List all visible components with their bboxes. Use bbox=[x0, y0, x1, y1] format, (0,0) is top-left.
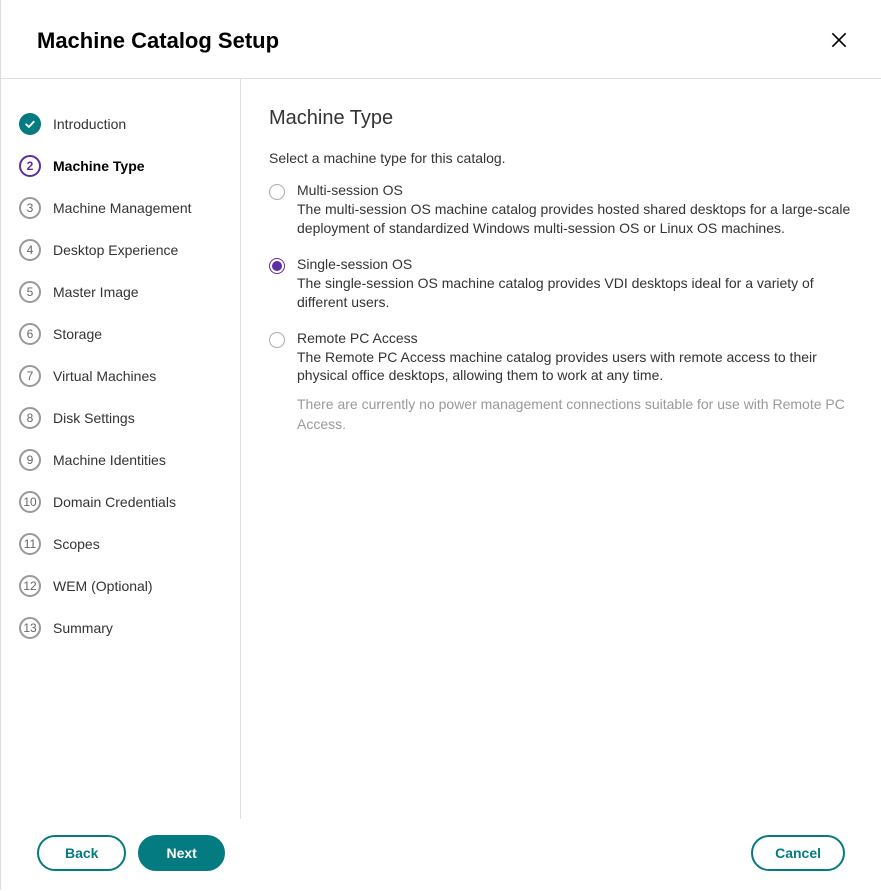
option-description: The multi-session OS machine catalog pro… bbox=[297, 200, 851, 238]
step-number-icon: 12 bbox=[19, 575, 41, 597]
step-label: Summary bbox=[53, 620, 113, 636]
close-icon bbox=[829, 30, 849, 53]
dialog-body: Introduction 2 Machine Type 3 Machine Manage… bbox=[1, 79, 881, 819]
step-label: Machine Type bbox=[53, 158, 145, 174]
step-label: Introduction bbox=[53, 116, 126, 132]
step-label: Master Image bbox=[53, 284, 139, 300]
option-body: Remote PC Access The Remote PC Access mac… bbox=[297, 330, 851, 435]
wizard-step-10[interactable]: 10 Domain Credentials bbox=[19, 481, 240, 523]
wizard-step-11[interactable]: 11 Scopes bbox=[19, 523, 240, 565]
wizard-step-12[interactable]: 12 WEM (Optional) bbox=[19, 565, 240, 607]
cancel-button[interactable]: Cancel bbox=[751, 835, 845, 871]
step-number-icon: 8 bbox=[19, 407, 41, 429]
content-title: Machine Type bbox=[269, 107, 851, 130]
wizard-step-8[interactable]: 8 Disk Settings bbox=[19, 397, 240, 439]
wizard-sidebar: Introduction 2 Machine Type 3 Machine Manage… bbox=[1, 79, 241, 819]
step-label: Machine Management bbox=[53, 200, 192, 216]
step-label: Scopes bbox=[53, 536, 100, 552]
step-label: WEM (Optional) bbox=[53, 578, 153, 594]
step-label: Virtual Machines bbox=[53, 368, 156, 384]
step-number-icon: 3 bbox=[19, 197, 41, 219]
machine-type-option[interactable]: Multi-session OS The multi-session OS mac… bbox=[269, 182, 851, 238]
step-number-icon: 9 bbox=[19, 449, 41, 471]
step-number-icon: 5 bbox=[19, 281, 41, 303]
wizard-content: Machine Type Select a machine type for t… bbox=[241, 79, 881, 819]
step-number-icon: 11 bbox=[19, 533, 41, 555]
option-label: Multi-session OS bbox=[297, 182, 851, 198]
step-number-icon: 13 bbox=[19, 617, 41, 639]
wizard-step-2[interactable]: 2 Machine Type bbox=[19, 145, 240, 187]
step-label: Domain Credentials bbox=[53, 494, 176, 510]
footer-left: Back Next bbox=[37, 835, 225, 871]
wizard-step-7[interactable]: 7 Virtual Machines bbox=[19, 355, 240, 397]
check-icon bbox=[19, 113, 41, 135]
option-description: The Remote PC Access machine catalog pro… bbox=[297, 348, 851, 386]
step-number-icon: 4 bbox=[19, 239, 41, 261]
step-number-icon: 2 bbox=[19, 155, 41, 177]
dialog-header: Machine Catalog Setup bbox=[1, 0, 881, 79]
step-label: Machine Identities bbox=[53, 452, 166, 468]
machine-type-option[interactable]: Single-session OS The single-session OS m… bbox=[269, 256, 851, 312]
radio-button[interactable] bbox=[269, 332, 285, 348]
option-body: Single-session OS The single-session OS m… bbox=[297, 256, 851, 312]
option-body: Multi-session OS The multi-session OS mac… bbox=[297, 182, 851, 238]
option-label: Single-session OS bbox=[297, 256, 851, 272]
wizard-step-13[interactable]: 13 Summary bbox=[19, 607, 240, 649]
wizard-step-4[interactable]: 4 Desktop Experience bbox=[19, 229, 240, 271]
wizard-step-5[interactable]: 5 Master Image bbox=[19, 271, 240, 313]
next-button[interactable]: Next bbox=[138, 835, 224, 871]
step-number-icon: 7 bbox=[19, 365, 41, 387]
option-description: The single-session OS machine catalog pr… bbox=[297, 274, 851, 312]
machine-type-option[interactable]: Remote PC Access The Remote PC Access mac… bbox=[269, 330, 851, 435]
wizard-step-6[interactable]: 6 Storage bbox=[19, 313, 240, 355]
content-subtitle: Select a machine type for this catalog. bbox=[269, 150, 851, 166]
option-label: Remote PC Access bbox=[297, 330, 851, 346]
option-note: There are currently no power management … bbox=[297, 395, 851, 434]
radio-button[interactable] bbox=[269, 258, 285, 274]
wizard-step-1[interactable]: Introduction bbox=[19, 103, 240, 145]
step-number-icon: 10 bbox=[19, 491, 41, 513]
dialog-footer: Back Next Cancel bbox=[1, 819, 881, 891]
wizard-step-9[interactable]: 9 Machine Identities bbox=[19, 439, 240, 481]
wizard-step-3[interactable]: 3 Machine Management bbox=[19, 187, 240, 229]
dialog-title: Machine Catalog Setup bbox=[37, 28, 279, 54]
step-label: Storage bbox=[53, 326, 102, 342]
close-button[interactable] bbox=[827, 29, 851, 53]
step-label: Desktop Experience bbox=[53, 242, 178, 258]
step-number-icon: 6 bbox=[19, 323, 41, 345]
radio-button[interactable] bbox=[269, 184, 285, 200]
back-button[interactable]: Back bbox=[37, 835, 126, 871]
step-label: Disk Settings bbox=[53, 410, 135, 426]
